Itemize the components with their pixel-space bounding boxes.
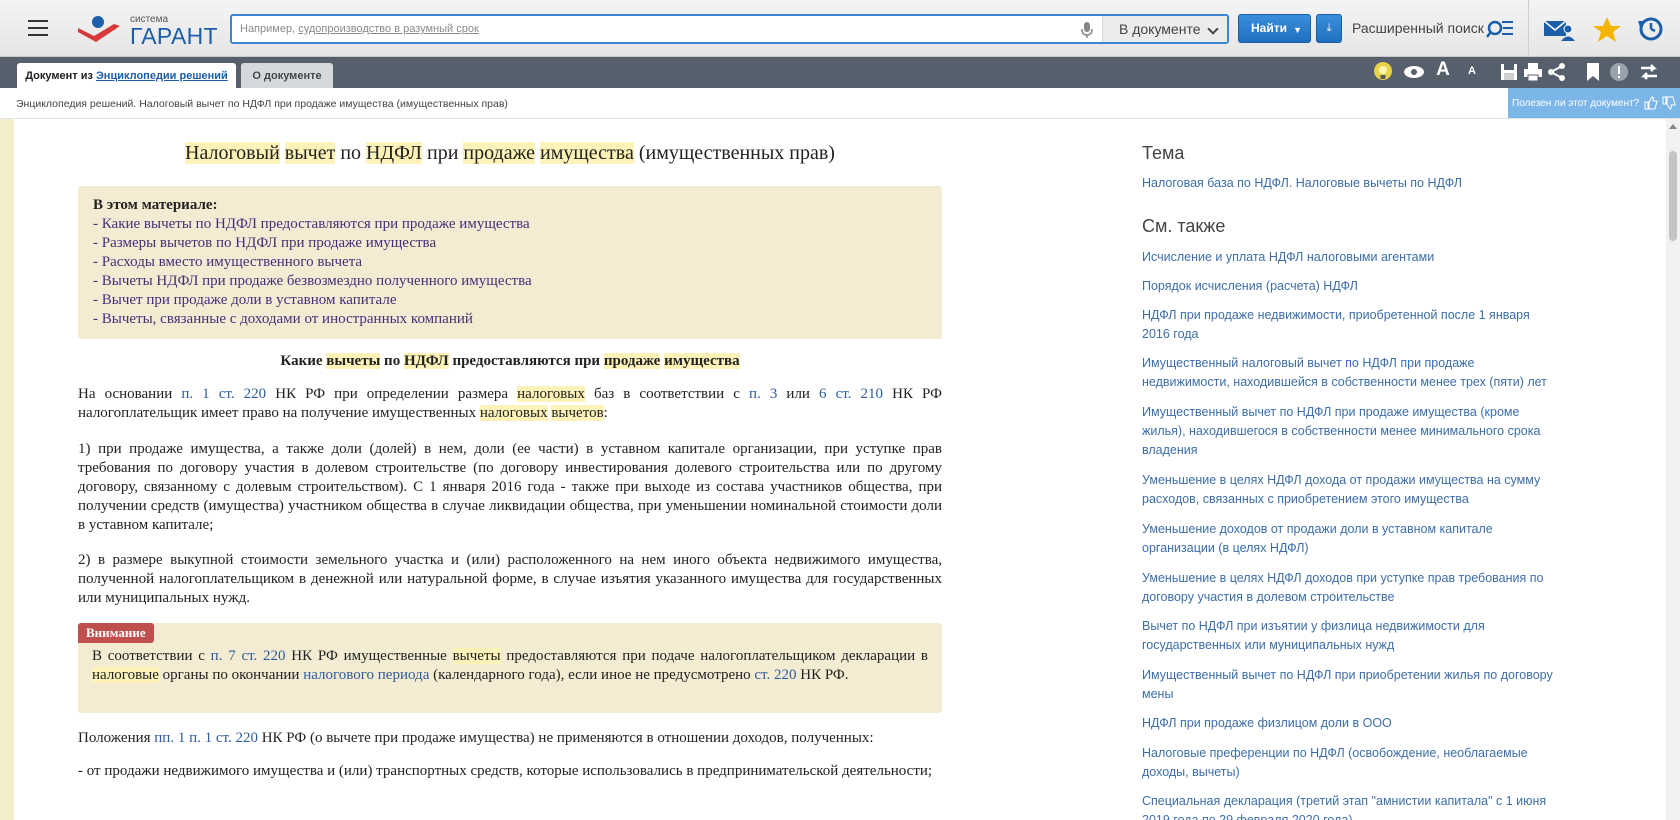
toc-heading: В этом материале: (93, 197, 218, 213)
chevron-down-icon (1207, 23, 1219, 35)
mail-user-icon[interactable] (1543, 15, 1575, 43)
law-link[interactable]: п. 7 ст. 220 (211, 648, 286, 664)
advanced-search-icon[interactable] (1486, 17, 1514, 39)
download-button[interactable]: ⤓ (1316, 14, 1342, 43)
advanced-search-link[interactable]: Расширенный поиск (1352, 20, 1484, 36)
table-of-contents: В этом материале: - Какие вычеты по НДФЛ… (78, 186, 942, 339)
document-tab-strip: Документ из Энциклопедии решений О докум… (0, 57, 1680, 88)
info-icon[interactable] (1608, 61, 1630, 83)
toc-item[interactable]: - Вычеты НДФЛ при продаже безвозмездно п… (93, 272, 927, 291)
see-also-link[interactable]: Исчисление и уплата НДФЛ налоговыми аген… (1142, 248, 1554, 267)
search-scope-select[interactable]: В документе (1102, 16, 1227, 42)
breadcrumb-bar: Энциклопедия решений. Налоговый вычет по… (0, 88, 1680, 119)
toc-item[interactable]: - Какие вычеты по НДФЛ предоставляются п… (93, 215, 927, 234)
tab-about-document[interactable]: О документе (241, 63, 333, 88)
see-also-link[interactable]: Уменьшение в целях НДФЛ доходов при усту… (1142, 569, 1554, 607)
share-icon[interactable] (1546, 61, 1568, 83)
favorites-star-icon[interactable] (1591, 15, 1623, 43)
paragraph-basis: На основании п. 1 ст. 220 НК РФ при опре… (78, 386, 942, 421)
feedback-question: Полезен ли этот документ? (1512, 98, 1640, 109)
law-link[interactable]: п. 1 ст. 220 (181, 386, 266, 402)
topic-heading: Тема (1142, 143, 1185, 163)
microphone-icon[interactable] (1080, 21, 1094, 39)
scroll-thumb[interactable] (1669, 151, 1677, 241)
see-also-link[interactable]: Уменьшение в целях НДФЛ дохода от продаж… (1142, 471, 1554, 509)
toolbar-divider (1528, 0, 1529, 57)
feedback-panel: Полезен ли этот документ? (1508, 88, 1680, 118)
save-icon[interactable] (1498, 61, 1520, 83)
see-also-link[interactable]: Имущественный вычет по НДФЛ при приобрет… (1142, 666, 1554, 704)
toc-item[interactable]: - Вычет при продаже доли в уставном капи… (93, 291, 927, 310)
see-also-link[interactable]: Налоговые преференции по НДФЛ (освобожде… (1142, 744, 1554, 782)
lightbulb-icon[interactable] (1372, 61, 1394, 83)
document-body: Налоговый вычет по НДФЛ при продаже имущ… (78, 119, 942, 820)
see-also-link[interactable]: Имущественный налоговый вычет по НДФЛ пр… (1142, 354, 1554, 392)
thumbs-up-icon[interactable] (1644, 96, 1658, 110)
warning-badge: Внимание (78, 623, 154, 643)
history-icon[interactable] (1635, 15, 1667, 43)
font-decrease-icon[interactable]: A (1461, 65, 1483, 87)
encyclopedia-link[interactable]: Энциклопедии решений (96, 70, 228, 82)
document-margin-stripe (0, 119, 14, 820)
section-heading: Какие вычеты по НДФЛ предоставляются при… (280, 353, 740, 369)
bookmark-icon[interactable] (1582, 61, 1604, 83)
print-icon[interactable] (1522, 61, 1544, 83)
see-also-link[interactable]: Имущественный вычет по НДФЛ при продаже … (1142, 403, 1554, 460)
accessibility-icon[interactable] (1403, 61, 1425, 83)
logo-title: ГАРАНТ (130, 23, 218, 49)
paragraph-item-1: 1) при продаже имущества, а также доли (… (78, 441, 942, 533)
find-button[interactable]: Найти ▼ (1238, 14, 1311, 43)
font-increase-icon[interactable]: A (1432, 59, 1454, 81)
document-title: Налоговый вычет по НДФЛ при продаже имущ… (185, 142, 835, 164)
breadcrumb: Энциклопедия решений. Налоговый вычет по… (16, 98, 508, 110)
warning-box: Внимание В соответствии с п. 7 ст. 220 Н… (78, 623, 942, 713)
see-also-heading: См. также (1142, 216, 1226, 236)
see-also-link[interactable]: НДФЛ при продаже физлицом доли в ООО (1142, 714, 1554, 733)
topic-link[interactable]: Налоговая база по НДФЛ. Налоговые вычеты… (1142, 174, 1554, 193)
paragraph-provisions: Положения пп. 1 п. 1 ст. 220 НК РФ (о вы… (78, 730, 874, 746)
thumbs-down-icon[interactable] (1662, 96, 1676, 110)
paragraph-exclusion: - от продажи недвижимого имущества и (ил… (78, 763, 933, 779)
law-link[interactable]: ст. 220 (754, 667, 796, 683)
toc-item[interactable]: - Расходы вместо имущественного вычета (93, 253, 927, 272)
menu-icon[interactable] (28, 20, 48, 36)
garant-logo[interactable]: система ГАРАНТ (76, 12, 218, 49)
compare-arrows-icon[interactable] (1638, 61, 1660, 83)
see-also-link[interactable]: Уменьшение доходов от продажи доли в уст… (1142, 520, 1554, 558)
search-box[interactable]: Например, судопроизводство в разумный ср… (230, 14, 1229, 44)
see-also-link[interactable]: НДФЛ при продаже недвижимости, приобрете… (1142, 306, 1554, 344)
tax-period-link[interactable]: налогового периода (303, 667, 429, 683)
law-link[interactable]: п. 3 (749, 386, 777, 402)
see-also-link[interactable]: Вычет по НДФЛ при изъятии у физлица недв… (1142, 617, 1554, 655)
logo-mark-icon (78, 16, 120, 42)
related-sidebar: Тема Налоговая база по НДФЛ. Налоговые в… (1142, 119, 1554, 820)
warning-text: В соответствии с п. 7 ст. 220 НК РФ имущ… (92, 648, 928, 683)
see-also-link[interactable]: Порядок исчисления (расчета) НДФЛ (1142, 277, 1554, 296)
law-link[interactable]: 6 ст. 210 (819, 386, 883, 402)
vertical-scrollbar[interactable] (1666, 119, 1680, 820)
law-link[interactable]: пп. 1 п. 1 ст. 220 (154, 730, 258, 746)
search-placeholder[interactable]: Например, судопроизводство в разумный ср… (240, 23, 479, 35)
download-icon: ⤓ (1326, 22, 1332, 34)
toc-item[interactable]: - Вычеты, связанные с доходами от иностр… (93, 310, 927, 329)
scroll-up-arrow-icon[interactable] (1669, 124, 1677, 129)
dropdown-arrow-icon: ▼ (1293, 25, 1302, 35)
tab-document[interactable]: Документ из Энциклопедии решений (17, 63, 236, 88)
top-bar: система ГАРАНТ Например, судопроизводств… (0, 0, 1680, 57)
see-also-link[interactable]: Специальная декларация (третий этап "амн… (1142, 792, 1554, 820)
paragraph-item-2: 2) в размере выкупной стоимости земельно… (78, 552, 942, 606)
toc-item[interactable]: - Размеры вычетов по НДФЛ при продаже им… (93, 234, 927, 253)
